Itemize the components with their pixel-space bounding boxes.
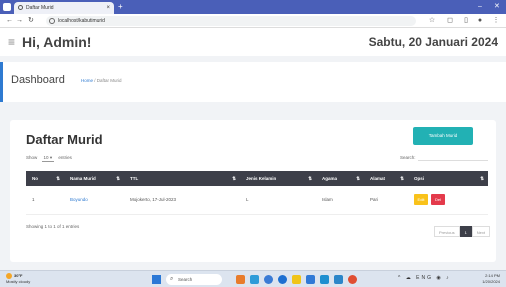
student-table: No ⇅ Nama Murid ⇅ TTL ⇅ Jenis Kelamin ⇅ Agam…	[26, 171, 488, 215]
url-field[interactable]: localhost/kabutimurid	[46, 16, 416, 26]
cell-alamat: Pari	[364, 186, 408, 215]
column-header-opsi[interactable]: Opsi ⇅	[408, 171, 488, 186]
greeting: Hi, Admin!	[22, 34, 92, 50]
column-header-ttl[interactable]: TTL ⇅	[124, 171, 240, 186]
new-tab-button[interactable]: +	[118, 2, 123, 12]
hamburger-menu-icon[interactable]: ≡	[8, 35, 15, 49]
taskbar-app-icon[interactable]	[250, 275, 259, 284]
sort-icon: ⇅	[232, 175, 236, 181]
pagination-page[interactable]: 1	[459, 226, 472, 237]
system-tray[interactable]: ^ ☁ ENG ◉ ♪	[398, 275, 451, 281]
extensions-icon[interactable]: ◻	[446, 17, 454, 25]
forward-icon[interactable]: →	[16, 16, 23, 26]
entries-select-value: 10	[43, 155, 49, 160]
breadcrumb: Home / Daftar Murid	[81, 78, 122, 83]
browser-menu-icon[interactable]	[3, 3, 11, 11]
sort-icon: ⇅	[400, 175, 404, 181]
breadcrumb-current: Daftar Murid	[96, 78, 122, 83]
clock-date: 1/20/2024	[482, 279, 500, 284]
tab-favicon-icon	[18, 5, 23, 10]
search-input[interactable]	[418, 153, 488, 161]
file-explorer-icon[interactable]	[292, 275, 301, 284]
pagination-next[interactable]: Next	[471, 226, 491, 237]
pagination-previous[interactable]: Previous	[434, 226, 460, 237]
column-header-nama[interactable]: Nama Murid ⇅	[64, 171, 124, 186]
language-indicator[interactable]: ENG	[416, 275, 433, 281]
sort-icon: ⇅	[480, 175, 484, 181]
tab-close-icon[interactable]: ×	[106, 2, 110, 14]
vscode-icon[interactable]	[306, 275, 315, 284]
breadcrumb-home-link[interactable]: Home	[81, 78, 93, 83]
entries-select[interactable]: 10 ▾	[41, 155, 55, 162]
page-title: Dashboard	[11, 74, 65, 86]
weather-temp: 30°F	[14, 273, 23, 279]
add-student-button[interactable]: Tambah Murid	[413, 127, 473, 145]
edit-button[interactable]: Edit	[414, 194, 428, 206]
cell-ttl: Mojokerto, 17-Jul-2023	[124, 186, 240, 215]
cell-opsi: Edit Del	[408, 186, 488, 215]
taskbar-search-placeholder: Search	[178, 277, 193, 282]
select-arrow-icon: ▾	[49, 155, 53, 160]
column-header-alamat[interactable]: Alamat ⇅	[364, 171, 408, 186]
entries-length-control: Show 10 ▾ entries	[26, 155, 72, 162]
browser-tab-bar: Daftar Murid × + – ✕	[0, 0, 506, 14]
windows-start-icon[interactable]	[152, 275, 161, 284]
clock[interactable]: 2:14 PM 1/20/2024	[482, 273, 500, 285]
sidebar-icon[interactable]: ▯	[462, 17, 470, 25]
delete-button[interactable]: Del	[431, 194, 445, 206]
os-taskbar: 30°F Mostly cloudy ⌕ Search ^ ☁ ENG ◉ ♪ …	[0, 270, 506, 287]
column-header-jenis-kelamin[interactable]: Jenis Kelamin ⇅	[240, 171, 316, 186]
window-close-button[interactable]: ✕	[494, 2, 500, 12]
show-label: Show	[26, 155, 38, 160]
taskbar-search[interactable]: ⌕ Search	[166, 274, 222, 285]
sort-icon: ⇅	[356, 175, 360, 181]
sort-icon: ⇅	[56, 175, 60, 181]
sort-icon: ⇅	[308, 175, 312, 181]
address-bar-row: ← → ↻ localhost/kabutimurid ☆ ◻ ▯ ● ⋮	[0, 14, 506, 28]
entries-label: entries	[58, 155, 72, 160]
search-icon: ⌕	[170, 276, 174, 282]
browser-tab[interactable]: Daftar Murid ×	[14, 2, 114, 14]
dashboard-titlebar: Dashboard Home / Daftar Murid	[0, 62, 506, 102]
browser-more-icon[interactable]: ⋮	[492, 17, 500, 25]
column-header-agama[interactable]: Agama ⇅	[316, 171, 364, 186]
weather-widget[interactable]: 30°F Mostly cloudy	[6, 273, 30, 285]
search-label: Search:	[400, 155, 416, 160]
taskbar-app-icon[interactable]	[320, 275, 329, 284]
back-icon[interactable]: ←	[6, 16, 13, 26]
table-row: 1 Boyundo Mojokerto, 17-Jul-2023 L Islam…	[26, 186, 488, 215]
weather-desc: Mostly cloudy	[6, 279, 31, 285]
current-date: Sabtu, 20 Januari 2024	[368, 35, 498, 49]
clock-time: 2:14 PM	[485, 273, 500, 278]
cell-jenis-kelamin: L	[240, 186, 316, 215]
url-text: localhost/kabutimurid	[58, 18, 105, 24]
chrome-icon[interactable]	[348, 275, 357, 284]
card-title: Daftar Murid	[26, 132, 103, 147]
window-minimize-button[interactable]: –	[478, 2, 482, 12]
cell-no: 1	[26, 186, 64, 215]
profile-icon[interactable]: ●	[476, 17, 484, 25]
taskbar-app-icon[interactable]	[236, 275, 245, 284]
sort-icon: ⇅	[116, 175, 120, 181]
student-list-card: Daftar Murid Tambah Murid Show 10 ▾ entr…	[10, 120, 496, 262]
cell-nama-link[interactable]: Boyundo	[64, 186, 124, 215]
cell-agama: Islam	[316, 186, 364, 215]
tab-title: Daftar Murid	[26, 5, 54, 11]
taskbar-app-icon[interactable]	[334, 275, 343, 284]
site-info-icon[interactable]	[49, 18, 55, 24]
taskbar-app-icon[interactable]	[278, 275, 287, 284]
reload-icon[interactable]: ↻	[28, 16, 34, 26]
edge-browser-icon[interactable]	[264, 275, 273, 284]
table-header-row: No ⇅ Nama Murid ⇅ TTL ⇅ Jenis Kelamin ⇅ Agam…	[26, 171, 488, 186]
pagination: Previous 1 Next	[434, 226, 491, 237]
column-header-no[interactable]: No ⇅	[26, 171, 64, 186]
bookmark-star-icon[interactable]: ☆	[428, 17, 436, 25]
table-info: Showing 1 to 1 of 1 entries	[26, 224, 80, 229]
page-header: ≡ Hi, Admin! Sabtu, 20 Januari 2024	[0, 28, 506, 56]
